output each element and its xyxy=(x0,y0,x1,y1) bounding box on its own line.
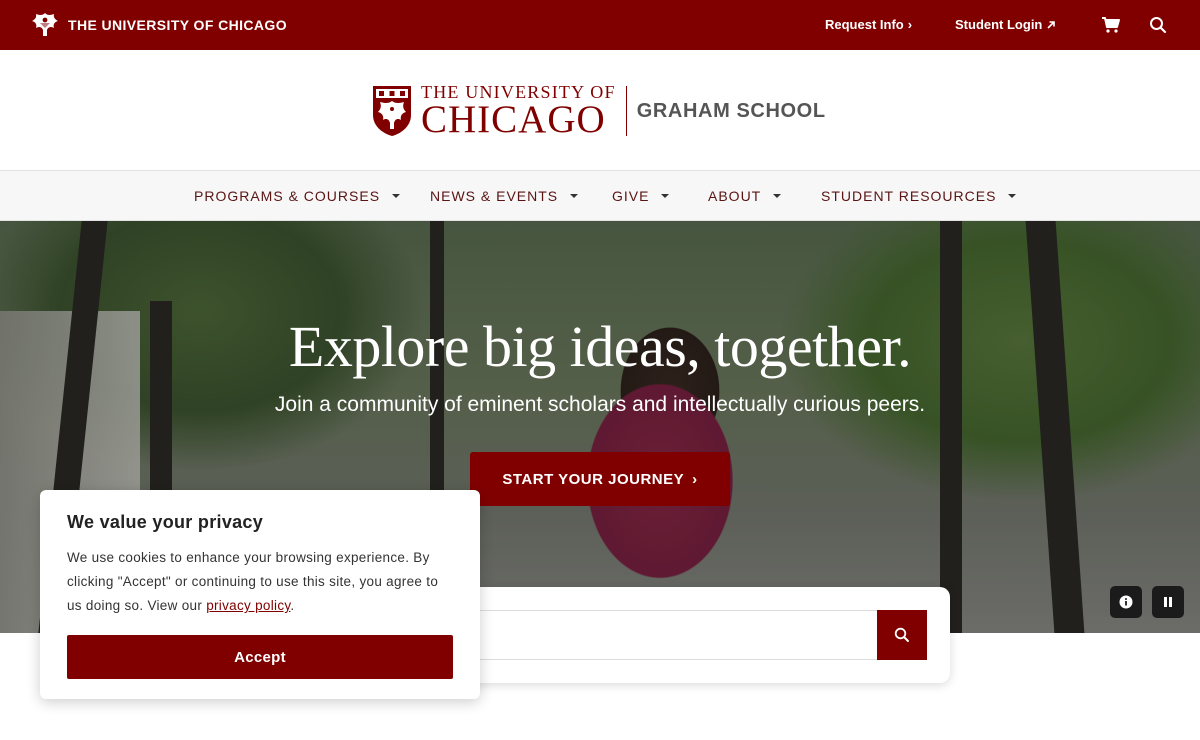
nav-student-resources[interactable]: STUDENT RESOURCES xyxy=(821,188,1017,204)
request-info-label: Request Info xyxy=(825,17,904,32)
nav-give[interactable]: GIVE xyxy=(612,188,670,204)
phoenix-logo-icon xyxy=(32,13,58,36)
logo-header: THE UNIVERSITY OF CHICAGO GRAHAM SCHOOL xyxy=(0,50,1200,170)
school-name: GRAHAM SCHOOL xyxy=(636,99,826,122)
student-login-label: Student Login xyxy=(955,17,1043,32)
chevron-right-icon: › xyxy=(692,470,698,488)
nav-label: PROGRAMS & COURSES xyxy=(194,188,381,204)
accept-cookies-button[interactable]: Accept xyxy=(67,635,453,679)
university-wordmark: THE UNIVERSITY OF CHICAGO xyxy=(421,83,616,139)
nav-label: GIVE xyxy=(612,188,650,204)
chevron-right-icon: › xyxy=(907,17,913,32)
nav-news-events[interactable]: NEWS & EVENTS xyxy=(430,188,579,204)
request-info-link[interactable]: Request Info › xyxy=(825,17,912,32)
nav-label: STUDENT RESOURCES xyxy=(821,188,997,204)
cookie-message: We use cookies to enhance your browsing … xyxy=(67,546,457,618)
university-home-link[interactable]: THE UNIVERSITY OF CHICAGO xyxy=(30,11,287,39)
privacy-policy-link[interactable]: privacy policy xyxy=(206,598,290,613)
video-info-button[interactable] xyxy=(1110,586,1142,618)
cta-label: START YOUR JOURNEY xyxy=(502,470,685,488)
video-pause-button[interactable] xyxy=(1152,586,1184,618)
pause-icon xyxy=(1164,597,1172,607)
hero-headline: Explore big ideas, together. xyxy=(288,314,912,379)
student-login-link[interactable]: Student Login xyxy=(955,17,1056,32)
caret-down-icon xyxy=(661,194,670,198)
search-icon[interactable] xyxy=(1148,15,1168,35)
nav-programs-courses[interactable]: PROGRAMS & COURSES xyxy=(194,188,401,204)
info-icon xyxy=(1119,595,1133,609)
main-navigation: PROGRAMS & COURSES NEWS & EVENTS GIVE AB… xyxy=(0,170,1200,221)
caret-down-icon xyxy=(570,194,579,198)
external-link-icon xyxy=(1047,20,1056,29)
wordmark-line2: CHICAGO xyxy=(421,98,606,141)
caret-down-icon xyxy=(1008,194,1017,198)
university-name: THE UNIVERSITY OF CHICAGO xyxy=(68,17,287,33)
cookie-consent-dialog: We value your privacy We use cookies to … xyxy=(40,490,480,699)
nav-label: NEWS & EVENTS xyxy=(430,188,559,204)
search-icon xyxy=(894,627,909,642)
logo-divider xyxy=(625,86,627,136)
nav-about[interactable]: ABOUT xyxy=(708,188,782,204)
nav-label: ABOUT xyxy=(708,188,762,204)
cart-icon[interactable] xyxy=(1101,15,1121,35)
hero-subheadline: Join a community of eminent scholars and… xyxy=(274,393,926,416)
search-submit-button[interactable] xyxy=(877,610,927,660)
top-utility-bar: THE UNIVERSITY OF CHICAGO Request Info ›… xyxy=(0,0,1200,50)
caret-down-icon xyxy=(392,194,401,198)
caret-down-icon xyxy=(773,194,782,198)
graham-school-logo[interactable]: THE UNIVERSITY OF CHICAGO GRAHAM SCHOOL xyxy=(372,83,826,139)
start-journey-button[interactable]: START YOUR JOURNEY › xyxy=(470,452,730,506)
university-shield-icon xyxy=(373,86,411,136)
cookie-title: We value your privacy xyxy=(67,512,264,532)
cookie-text-end: . xyxy=(290,598,295,613)
